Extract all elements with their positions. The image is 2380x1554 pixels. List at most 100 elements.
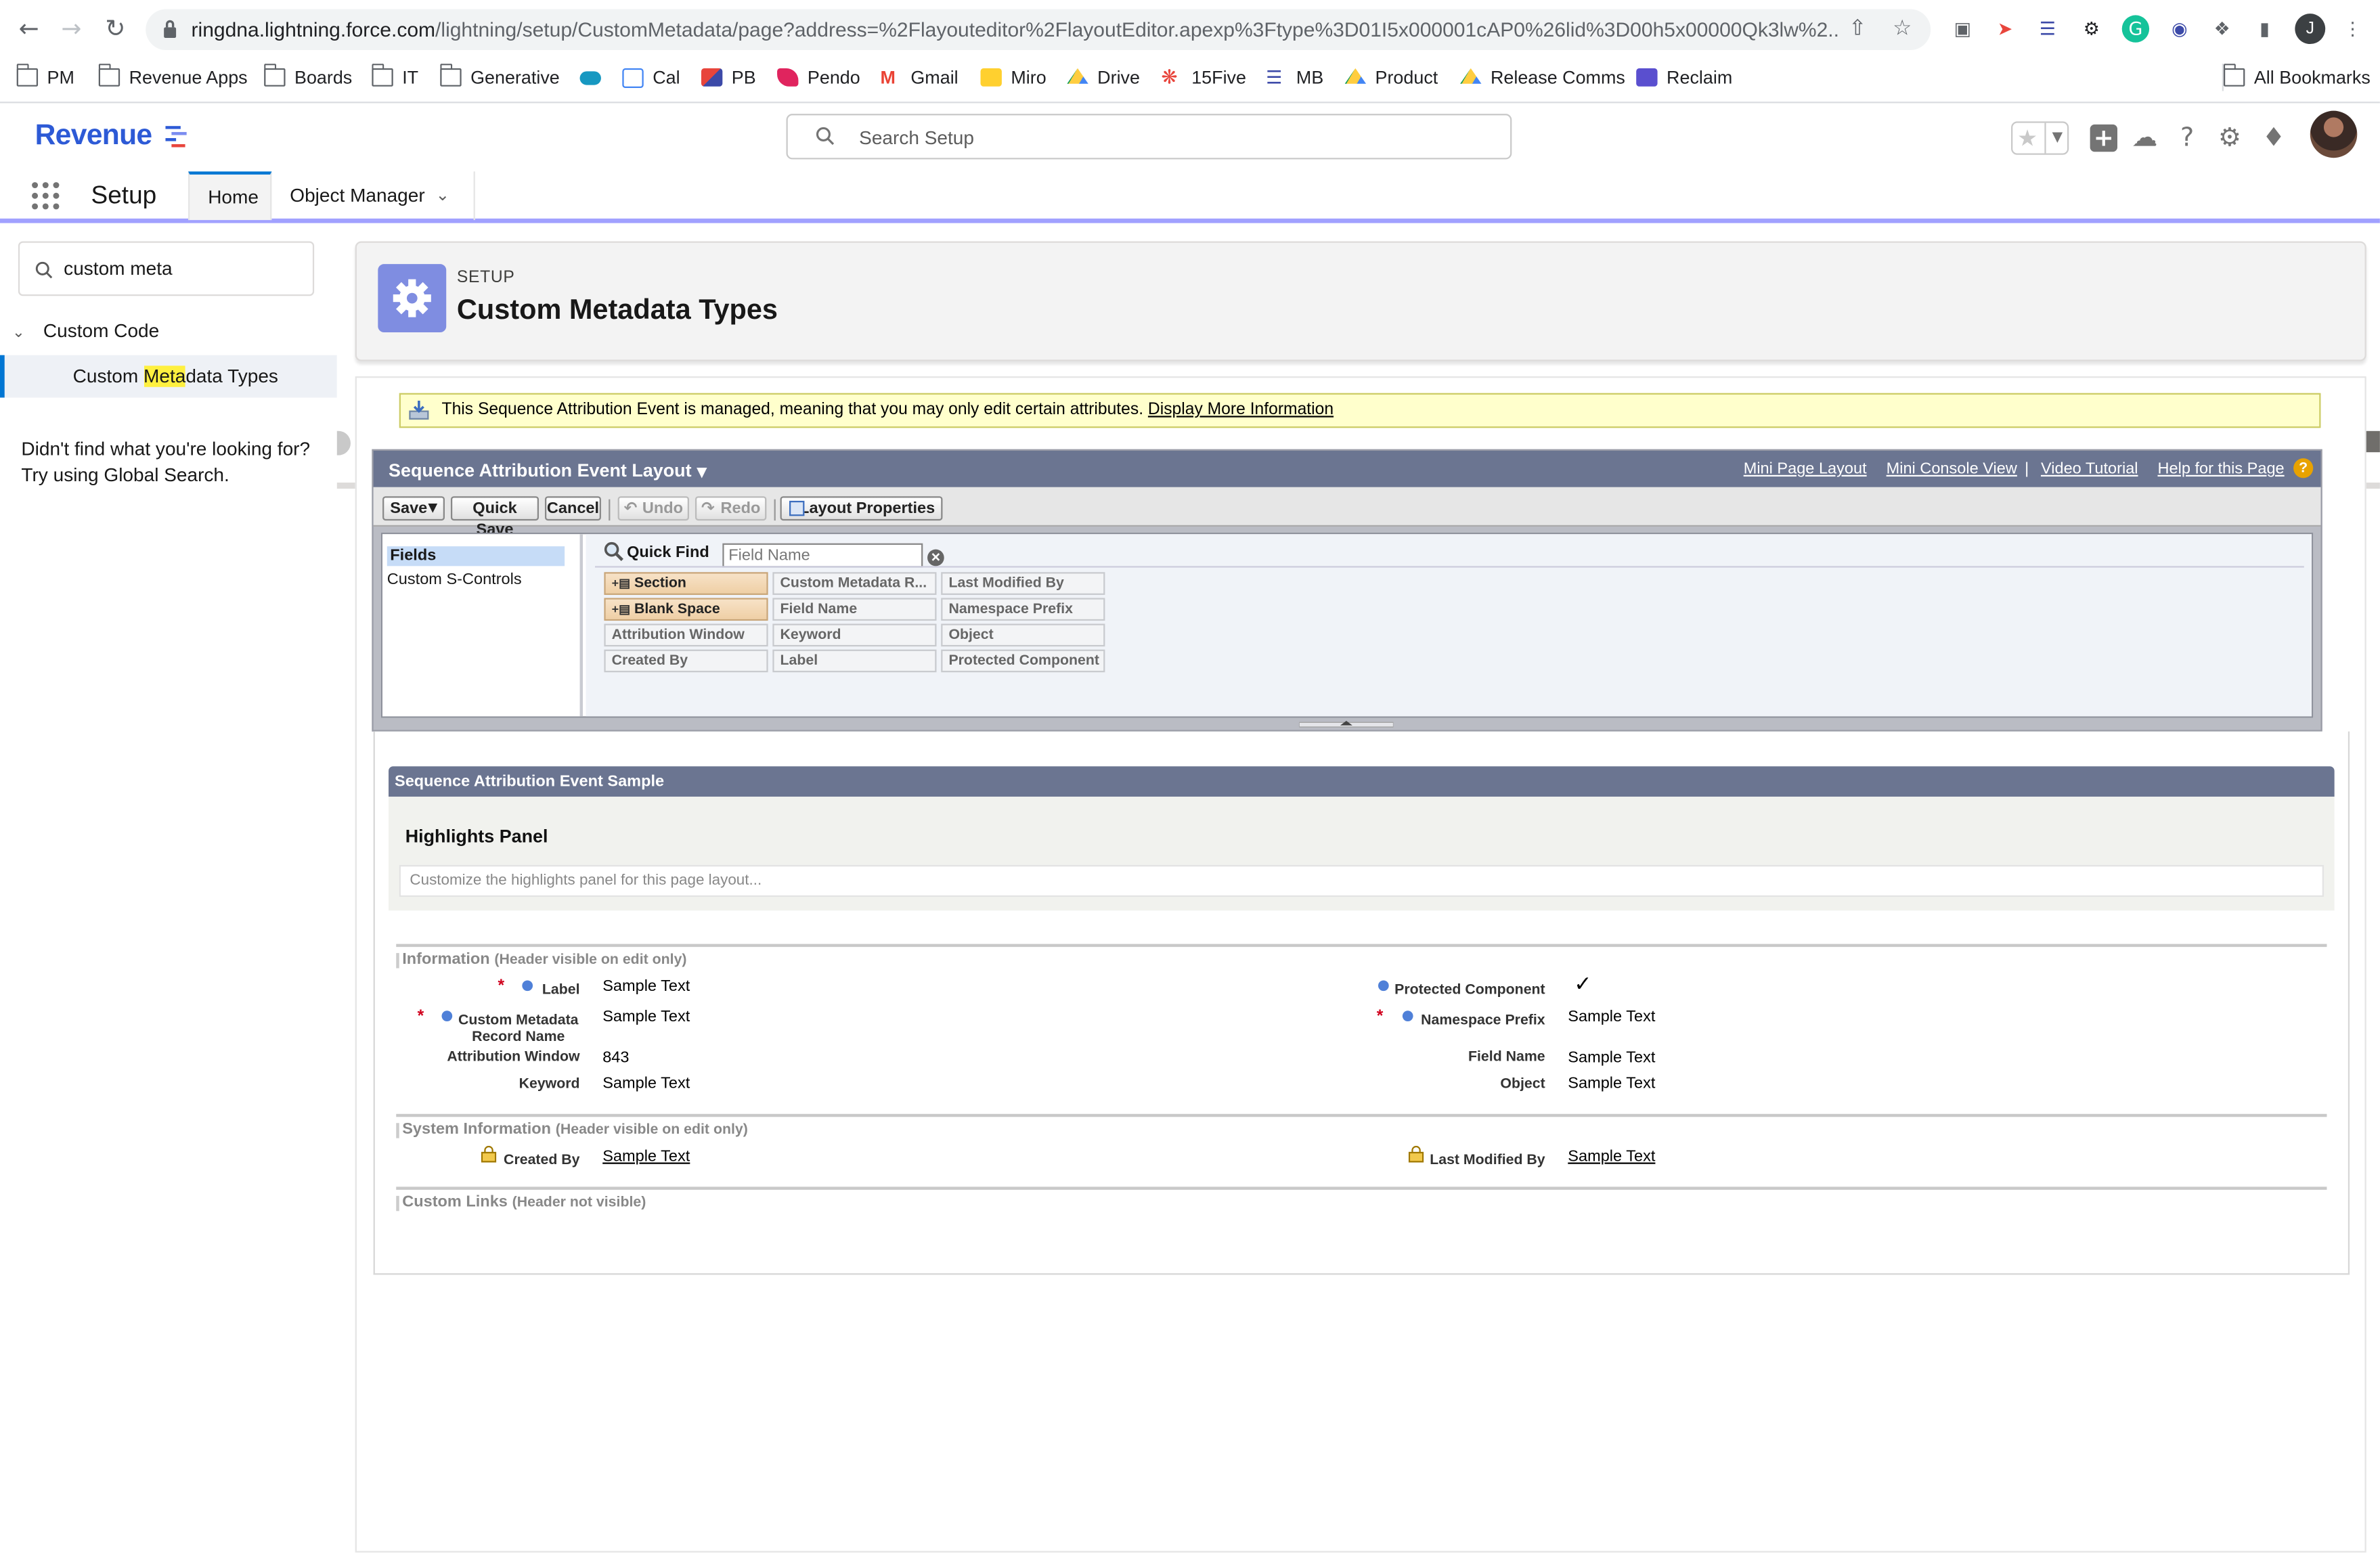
field-value[interactable]: 843 (602, 1048, 629, 1067)
section-custom-links[interactable]: Custom Links (Header not visible) (396, 1186, 2327, 1212)
profile-avatar[interactable]: J (2295, 14, 2326, 45)
chevron-down-icon[interactable]: ⌄ (436, 171, 450, 220)
tab-object-manager[interactable]: Object Manager ⌄ (271, 171, 475, 221)
section-system-information[interactable]: System Information (Header visible on edi… (396, 1113, 2327, 1138)
field-label: Custom Metadata Record Name (458, 1012, 579, 1046)
palette-item-custom-metadata-record-name[interactable]: Custom Metadata R... (772, 572, 937, 595)
bookmark-pendo[interactable]: Pendo (777, 64, 860, 91)
field-value-link[interactable]: Sample Text (602, 1147, 690, 1166)
palette-item-protected-component[interactable]: Protected Component (941, 649, 1105, 673)
reload-icon[interactable]: ↻ (100, 14, 131, 44)
field-value[interactable]: Sample Text (602, 977, 690, 996)
scroll-handle[interactable] (2366, 430, 2380, 453)
field-value[interactable]: Sample Text (602, 1074, 690, 1092)
palette-item-object[interactable]: Object (941, 623, 1105, 647)
palette-item-section[interactable]: +▤ Section (604, 572, 768, 595)
layout-properties-button[interactable]: Layout Properties (780, 496, 943, 521)
bookmark-mb[interactable]: ☰ MB (1266, 64, 1323, 91)
revenue-logo[interactable]: Revenue (35, 120, 153, 153)
bookmark-reclaim[interactable]: Reclaim (1636, 64, 1732, 91)
camera-icon[interactable]: ▣ (1949, 15, 1976, 42)
help-icon[interactable]: ? (2170, 121, 2203, 154)
section-information[interactable]: Information (Header visible on edit only) (396, 944, 2327, 969)
search-setup-input[interactable]: Search Setup (786, 114, 1512, 160)
field-name-input[interactable]: Field Name (722, 543, 923, 568)
bookmark-release-comms[interactable]: Release Comms (1460, 64, 1625, 91)
palette-item-label[interactable]: Label (772, 649, 937, 673)
password-extension-icon[interactable]: ◉ (2166, 15, 2193, 42)
field-value[interactable]: Sample Text (1568, 1008, 1655, 1026)
bookmark-label: PM (47, 66, 74, 89)
help-icon[interactable]: ? (2293, 458, 2314, 479)
kebab-menu-icon[interactable]: ⋮ (2339, 15, 2366, 42)
pb-extension-icon[interactable]: ➤ (1991, 15, 2019, 42)
palette-item-last-modified-by[interactable]: Last Modified By (941, 572, 1105, 595)
tab-home[interactable]: Home (188, 171, 272, 221)
extensions-puzzle-icon[interactable]: ❖ (2209, 15, 2236, 42)
favorites-button[interactable]: ★ ▼ (2011, 121, 2069, 155)
highlights-panel-customize[interactable]: Customize the highlights panel for this … (399, 865, 2324, 897)
revenue-extension-icon[interactable]: ☰ (2034, 15, 2061, 42)
user-avatar[interactable] (2310, 110, 2358, 158)
bookmark-salesforce[interactable] (579, 64, 611, 91)
bookmark-miro[interactable]: Miro (980, 64, 1046, 91)
app-launcher-icon[interactable] (32, 182, 61, 211)
setup-gear-icon[interactable]: ⚙ (2213, 121, 2246, 154)
quick-find-input[interactable]: custom meta (18, 241, 315, 296)
search-placeholder: Search Setup (859, 127, 974, 149)
bookmark-product[interactable]: Product (1344, 64, 1438, 91)
mini-page-layout-link[interactable]: Mini Page Layout (1744, 460, 1867, 478)
global-actions-plus-icon[interactable]: + (2087, 121, 2120, 154)
bookmark-it[interactable]: IT (371, 64, 418, 91)
field-value-link[interactable]: Sample Text (1568, 1147, 1655, 1166)
bookmark-pm[interactable]: PM (16, 64, 74, 91)
palette-category-fields[interactable]: Fields (387, 546, 565, 567)
field-value[interactable]: Sample Text (1568, 1048, 1655, 1067)
bookmark-cal[interactable]: Cal (622, 64, 680, 91)
redo-button[interactable]: ↷ Redo (695, 496, 767, 521)
palette-item-created-by[interactable]: Created By (604, 649, 768, 673)
quick-save-button[interactable]: Quick Save (450, 496, 539, 539)
side-panel-icon[interactable]: ▮ (2251, 15, 2278, 42)
palette-category-s-controls[interactable]: Custom S-Controls (387, 571, 522, 590)
save-button[interactable]: Save ▼ (382, 496, 445, 521)
notifications-bell-icon[interactable]: ♦ (2257, 121, 2290, 154)
share-icon[interactable]: ⇧ (1849, 17, 1866, 41)
bookmark-15five[interactable]: ❋ 15Five (1161, 64, 1246, 91)
field-value[interactable]: Sample Text (1568, 1074, 1655, 1092)
bookmark-pb[interactable]: PB (701, 64, 756, 91)
bookmark-generative[interactable]: Generative (439, 64, 560, 91)
palette-item-namespace-prefix[interactable]: Namespace Prefix (941, 598, 1105, 621)
bookmark-drive[interactable]: Drive (1067, 64, 1140, 91)
all-bookmarks[interactable]: All Bookmarks (2222, 64, 2371, 91)
display-more-information-link[interactable]: Display More Information (1148, 401, 1334, 419)
grammarly-icon[interactable]: G (2121, 15, 2150, 43)
cancel-button[interactable]: Cancel (544, 496, 601, 521)
folder-icon (263, 64, 286, 87)
palette-item-keyword[interactable]: Keyword (772, 623, 937, 647)
undo-button[interactable]: ↶ Undo (617, 496, 690, 521)
mini-console-view-link[interactable]: Mini Console View (1887, 460, 2017, 478)
help-for-this-page-link[interactable]: Help for this Page (2157, 460, 2284, 478)
field-value[interactable]: Sample Text (602, 1008, 690, 1026)
forward-icon[interactable]: → (56, 14, 87, 44)
bookmark-revenue-apps[interactable]: Revenue Apps (97, 64, 248, 91)
tree-item-custom-metadata-types[interactable]: Custom Metadata Types (0, 355, 337, 398)
palette-item-field-name[interactable]: Field Name (772, 598, 937, 621)
bookmark-boards[interactable]: Boards (263, 64, 352, 91)
caret-down-icon[interactable]: ▼ (428, 497, 437, 518)
palette-resize-handle[interactable] (1299, 719, 1394, 728)
clear-search-icon[interactable]: ✕ (927, 549, 944, 567)
palette-item-blank-space[interactable]: +▤ Blank Space (604, 598, 768, 621)
layout-name-dropdown[interactable]: Sequence Attribution Event Layout ▼ (389, 460, 707, 481)
tree-group-custom-code[interactable]: ⌄ Custom Code (12, 320, 159, 341)
palette-item-attribution-window[interactable]: Attribution Window (604, 623, 768, 647)
favorites-dropdown-icon[interactable]: ▼ (2044, 123, 2069, 154)
video-tutorial-link[interactable]: Video Tutorial (2041, 460, 2138, 478)
settings-extension-icon[interactable]: ⚙ (2078, 15, 2105, 42)
bookmark-star-icon[interactable]: ☆ (1893, 17, 1912, 41)
bookmark-gmail[interactable]: M Gmail (881, 64, 958, 91)
trailhead-icon[interactable]: ☁ (2128, 121, 2161, 154)
address-bar[interactable]: ringdna.lightning.force.com/lightning/se… (146, 9, 1931, 50)
back-icon[interactable]: ← (14, 14, 44, 44)
